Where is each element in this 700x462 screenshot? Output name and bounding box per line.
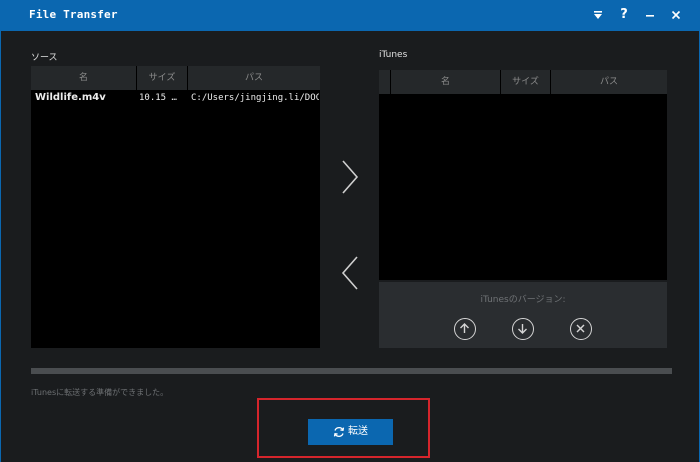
refresh-icon [333,426,345,438]
itunes-column-size[interactable]: サイズ [501,70,551,94]
close-circle-icon [576,324,585,333]
itunes-actions: iTunesのバージョン: [379,282,667,348]
close-button[interactable] [665,5,687,25]
file-name: Wildlife.m4v [35,92,106,103]
table-row[interactable]: Wildlife.m4v 10.15 … C:/Users/jingjing.l… [31,90,320,108]
itunes-table-header: 名 サイズ パス [379,70,667,94]
chevron-left-icon [341,256,358,290]
file-path: C:/Users/jingjing.li/DOC… [191,93,319,103]
minimize-button[interactable] [639,5,661,25]
chevron-right-icon [342,160,359,194]
help-button[interactable]: ? [613,5,635,25]
arrow-down-icon [518,324,527,334]
title-bar: File Transfer ? [1,0,699,31]
source-label: ソース [31,53,58,63]
source-column-size[interactable]: サイズ [137,66,188,90]
move-down-button[interactable] [512,318,534,340]
itunes-label: iTunes [379,50,408,60]
source-table-header: 名 サイズ パス [31,66,320,90]
itunes-table[interactable]: 名 サイズ パス [379,70,667,280]
close-icon [671,10,681,20]
menu-dropdown-button[interactable] [587,5,609,25]
file-transfer-window: File Transfer ? ソース 名 サイズ パス Wildlife.m4… [0,0,700,462]
itunes-column-path[interactable]: パス [551,70,667,94]
itunes-column-name[interactable]: 名 [391,70,501,94]
source-table[interactable]: 名 サイズ パス Wildlife.m4v 10.15 … C:/Users/j… [31,66,320,348]
itunes-version: iTunesのバージョン: [480,295,566,305]
source-column-name[interactable]: 名 [31,66,137,90]
move-up-button[interactable] [454,318,476,340]
transfer-progress-bar [31,368,672,374]
source-column-path[interactable]: パス [188,66,320,90]
remove-button[interactable] [570,318,592,340]
transfer-label: 転送 [348,426,368,437]
transfer-button[interactable]: 転送 [308,419,393,445]
move-to-itunes-button[interactable] [338,158,364,198]
move-to-source-button[interactable] [338,254,364,294]
arrow-up-icon [460,323,469,333]
status-text: iTunesに転送する準備ができました。 [31,388,169,397]
window-title: File Transfer [29,8,118,21]
file-size: 10.15 … [139,93,177,103]
menu-dropdown-icon [594,11,602,19]
itunes-column-spacer [379,70,391,94]
minimize-icon [646,15,654,17]
